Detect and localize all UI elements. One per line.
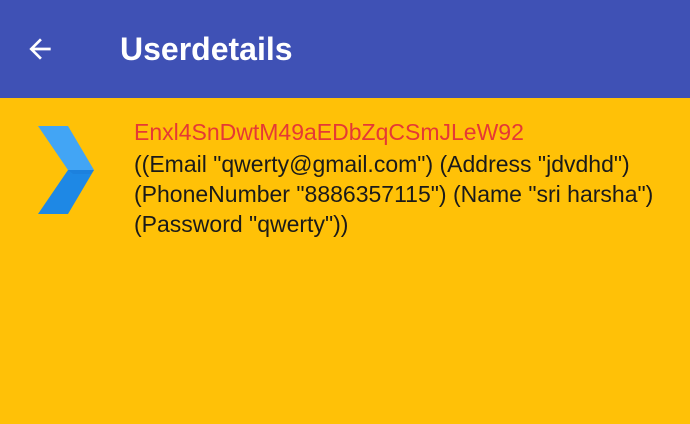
back-button[interactable] bbox=[18, 27, 62, 71]
content-area: Enxl4SnDwtM49aEDbZqCSmJLeW92 ((Email "qw… bbox=[0, 98, 690, 424]
chevron-right-icon bbox=[38, 126, 94, 214]
user-details: ((Email "qwerty@gmail.com") (Address "jd… bbox=[134, 151, 654, 237]
list-item[interactable]: Enxl4SnDwtM49aEDbZqCSmJLeW92 ((Email "qw… bbox=[0, 98, 690, 248]
user-id: Enxl4SnDwtM49aEDbZqCSmJLeW92 bbox=[134, 119, 524, 145]
app-bar: Userdetails bbox=[0, 0, 690, 98]
page-title: Userdetails bbox=[120, 31, 293, 67]
arrow-back-icon bbox=[29, 38, 51, 60]
